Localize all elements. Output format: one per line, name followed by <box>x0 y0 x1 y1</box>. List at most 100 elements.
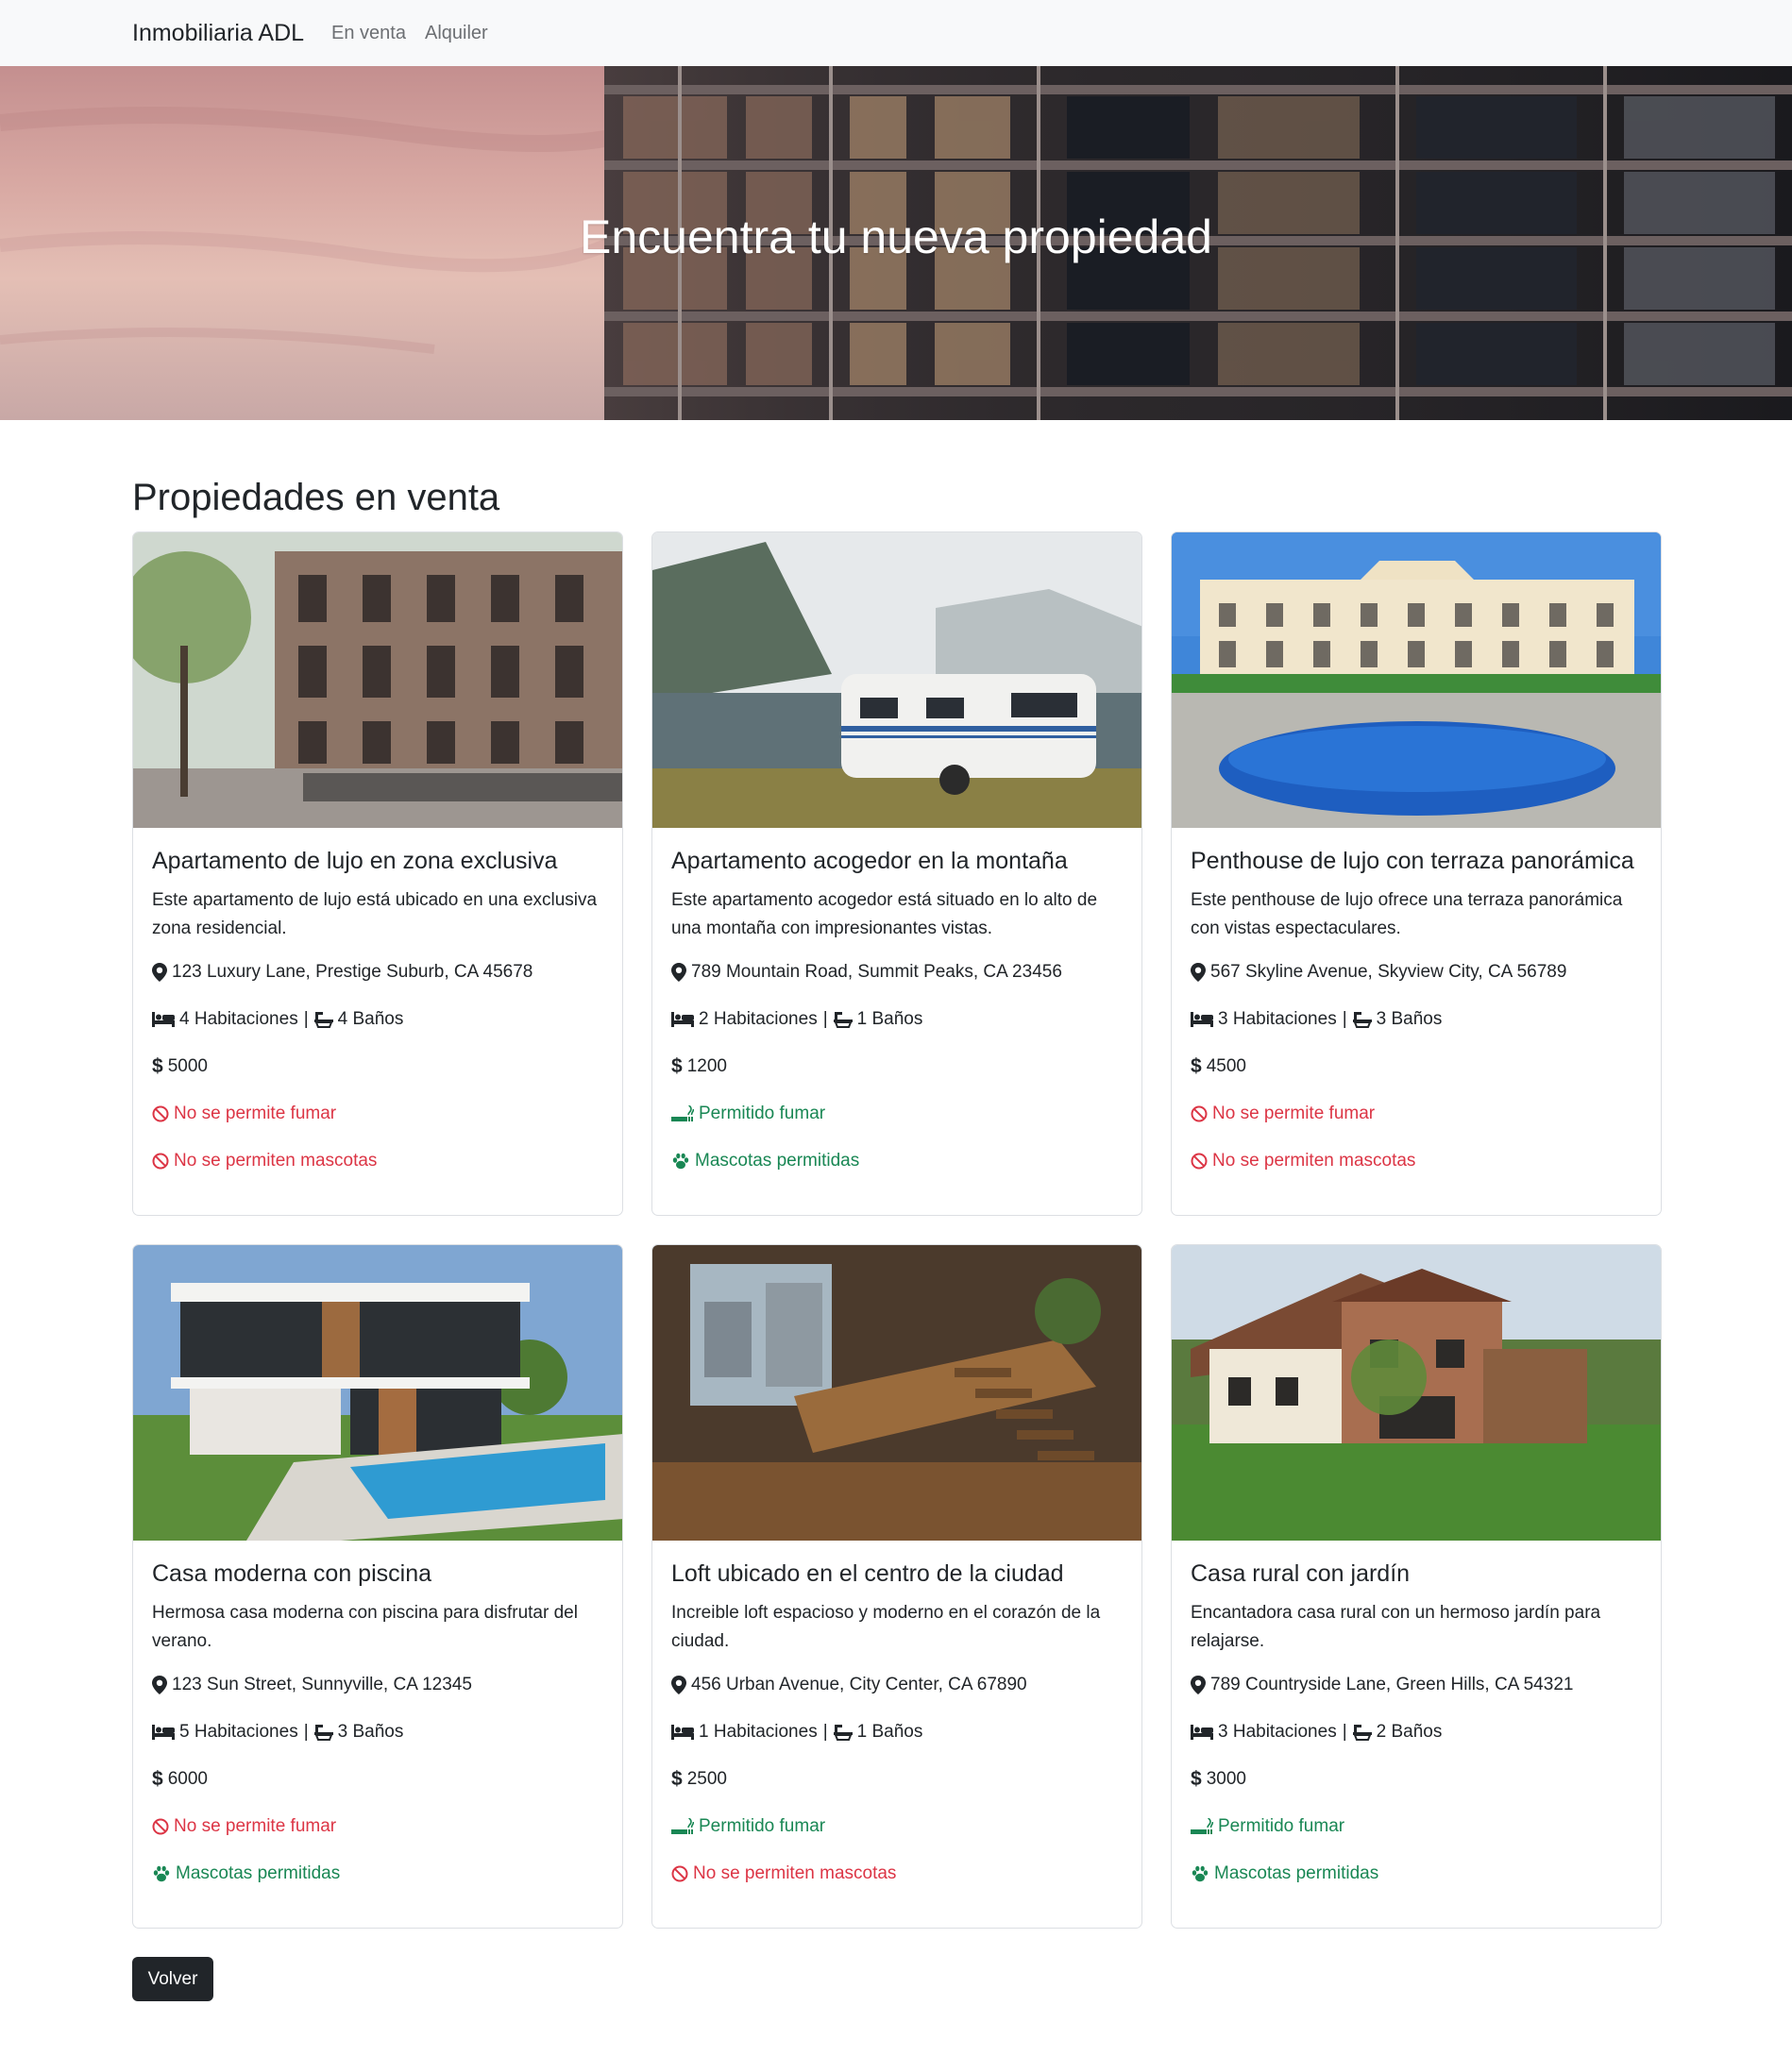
smoking-policy: No se permite fumar <box>174 1104 337 1123</box>
property-description: Este apartamento de lujo está ubicado en… <box>152 890 598 938</box>
property-title: Apartamento acogedor en la montaña <box>671 848 1068 874</box>
bed-icon <box>152 1724 175 1741</box>
property-rooms: 3 Habitaciones <box>1218 1009 1337 1029</box>
property-rooms: 1 Habitaciones <box>699 1722 818 1742</box>
property-baths: 3 Baños <box>1376 1009 1443 1029</box>
property-rooms: 5 Habitaciones <box>179 1722 298 1742</box>
property-card-2[interactable]: Apartamento acogedor en la montaña Este … <box>651 531 1142 1216</box>
property-image <box>1172 1245 1661 1541</box>
bed-icon <box>1191 1724 1213 1741</box>
smoking-line: No se permite fumar <box>1191 1103 1642 1125</box>
property-card-5[interactable]: Loft ubicado en el centro de la ciudad I… <box>651 1244 1142 1929</box>
bed-icon <box>671 1724 694 1741</box>
property-card-3[interactable]: Penthouse de lujo con terraza panorámica… <box>1171 531 1662 1216</box>
rooms-line: 3 Habitaciones | 2 Baños <box>1191 1721 1642 1744</box>
location-pin-icon <box>671 963 686 982</box>
card-body: Apartamento acogedor en la montaña Este … <box>652 828 1141 1172</box>
smoking-policy: No se permite fumar <box>1212 1104 1376 1123</box>
property-description: Hermosa casa moderna con piscina para di… <box>152 1603 578 1651</box>
dollar-icon: $ <box>671 1768 683 1790</box>
brand-link[interactable]: Inmobiliaria ADL <box>132 20 304 47</box>
bath-icon <box>833 1724 853 1741</box>
rooms-line: 3 Habitaciones | 3 Baños <box>1191 1008 1642 1031</box>
property-address: 567 Skyline Avenue, Skyview City, CA 567… <box>1210 962 1567 982</box>
smoking-line: Permitido fumar <box>1191 1815 1642 1838</box>
card-body: Casa moderna con piscina Hermosa casa mo… <box>133 1541 622 1885</box>
ban-icon <box>1191 1105 1208 1122</box>
price-line: $ 5000 <box>152 1055 603 1078</box>
smoking-policy: No se permite fumar <box>174 1816 337 1836</box>
pets-line: No se permiten mascotas <box>671 1862 1123 1885</box>
property-baths: 3 Baños <box>337 1722 404 1742</box>
separator: | <box>822 1722 828 1742</box>
price-line: $ 1200 <box>671 1055 1123 1078</box>
separator: | <box>1342 1009 1347 1029</box>
pets-policy: No se permiten mascotas <box>693 1863 897 1883</box>
pets-policy: No se permiten mascotas <box>1212 1151 1416 1171</box>
smoking-icon <box>671 1105 694 1122</box>
price-line: $ 4500 <box>1191 1055 1642 1078</box>
dollar-icon: $ <box>1191 1768 1202 1790</box>
nav-link-alquiler[interactable]: Alquiler <box>425 23 488 44</box>
address-line: 123 Sun Street, Sunnyville, CA 12345 <box>152 1674 603 1696</box>
separator: | <box>303 1009 309 1029</box>
ban-icon <box>152 1105 169 1122</box>
address-line: 789 Countryside Lane, Green Hills, CA 54… <box>1191 1674 1642 1696</box>
pets-policy: Mascotas permitidas <box>176 1863 341 1883</box>
property-price: 3000 <box>1206 1769 1246 1789</box>
location-pin-icon <box>671 1676 686 1694</box>
smoking-policy: Permitido fumar <box>699 1816 826 1836</box>
bath-icon <box>1352 1724 1372 1741</box>
paw-icon <box>1191 1865 1209 1882</box>
property-grid: Apartamento de lujo en zona exclusiva Es… <box>132 531 1662 1929</box>
property-image <box>133 532 622 828</box>
property-address: 789 Countryside Lane, Green Hills, CA 54… <box>1210 1675 1574 1694</box>
pets-line: No se permiten mascotas <box>1191 1150 1642 1172</box>
separator: | <box>1342 1722 1347 1742</box>
smoking-policy: Permitido fumar <box>1218 1816 1345 1836</box>
bed-icon <box>1191 1011 1213 1028</box>
address-line: 456 Urban Avenue, City Center, CA 67890 <box>671 1674 1123 1696</box>
card-body: Loft ubicado en el centro de la ciudad I… <box>652 1541 1141 1885</box>
bath-icon <box>313 1011 333 1028</box>
property-card-6[interactable]: Casa rural con jardín Encantadora casa r… <box>1171 1244 1662 1929</box>
paw-icon <box>671 1153 690 1170</box>
back-button[interactable]: Volver <box>132 1957 213 2001</box>
ban-icon <box>152 1818 169 1835</box>
section-title: Propiedades en venta <box>132 477 500 518</box>
paw-icon <box>152 1865 171 1882</box>
hero-title: Encuentra tu nueva propiedad <box>580 211 1212 263</box>
card-body: Penthouse de lujo con terraza panorámica… <box>1172 828 1661 1172</box>
price-line: $ 2500 <box>671 1768 1123 1791</box>
property-title: Penthouse de lujo con terraza panorámica <box>1191 848 1634 874</box>
property-address: 123 Luxury Lane, Prestige Suburb, CA 456… <box>172 962 533 982</box>
smoking-line: No se permite fumar <box>152 1103 603 1125</box>
separator: | <box>822 1009 828 1029</box>
property-description: Encantadora casa rural con un hermoso ja… <box>1191 1603 1601 1651</box>
nav-link-en-venta[interactable]: En venta <box>331 23 406 44</box>
property-title: Apartamento de lujo en zona exclusiva <box>152 848 558 874</box>
card-body: Casa rural con jardín Encantadora casa r… <box>1172 1541 1661 1885</box>
property-address: 123 Sun Street, Sunnyville, CA 12345 <box>172 1675 472 1694</box>
ban-icon <box>1191 1153 1208 1170</box>
hero-banner: Encuentra tu nueva propiedad <box>0 66 1792 420</box>
dollar-icon: $ <box>671 1055 683 1077</box>
dollar-icon: $ <box>1191 1055 1202 1077</box>
property-title: Loft ubicado en el centro de la ciudad <box>671 1560 1064 1587</box>
address-line: 567 Skyline Avenue, Skyview City, CA 567… <box>1191 961 1642 984</box>
property-price: 4500 <box>1206 1056 1246 1076</box>
property-description: Increible loft espacioso y moderno en el… <box>671 1603 1101 1651</box>
bath-icon <box>833 1011 853 1028</box>
rooms-line: 4 Habitaciones | 4 Baños <box>152 1008 603 1031</box>
property-card-4[interactable]: Casa moderna con piscina Hermosa casa mo… <box>132 1244 623 1929</box>
location-pin-icon <box>1191 1676 1206 1694</box>
dollar-icon: $ <box>152 1055 163 1077</box>
property-card-1[interactable]: Apartamento de lujo en zona exclusiva Es… <box>132 531 623 1216</box>
smoking-icon <box>671 1818 694 1835</box>
property-description: Este apartamento acogedor está situado e… <box>671 890 1098 938</box>
pets-line: No se permiten mascotas <box>152 1150 603 1172</box>
property-rooms: 3 Habitaciones <box>1218 1722 1337 1742</box>
property-image <box>652 1245 1141 1541</box>
property-baths: 4 Baños <box>337 1009 404 1029</box>
navbar: Inmobiliaria ADL En venta Alquiler <box>0 0 1792 66</box>
